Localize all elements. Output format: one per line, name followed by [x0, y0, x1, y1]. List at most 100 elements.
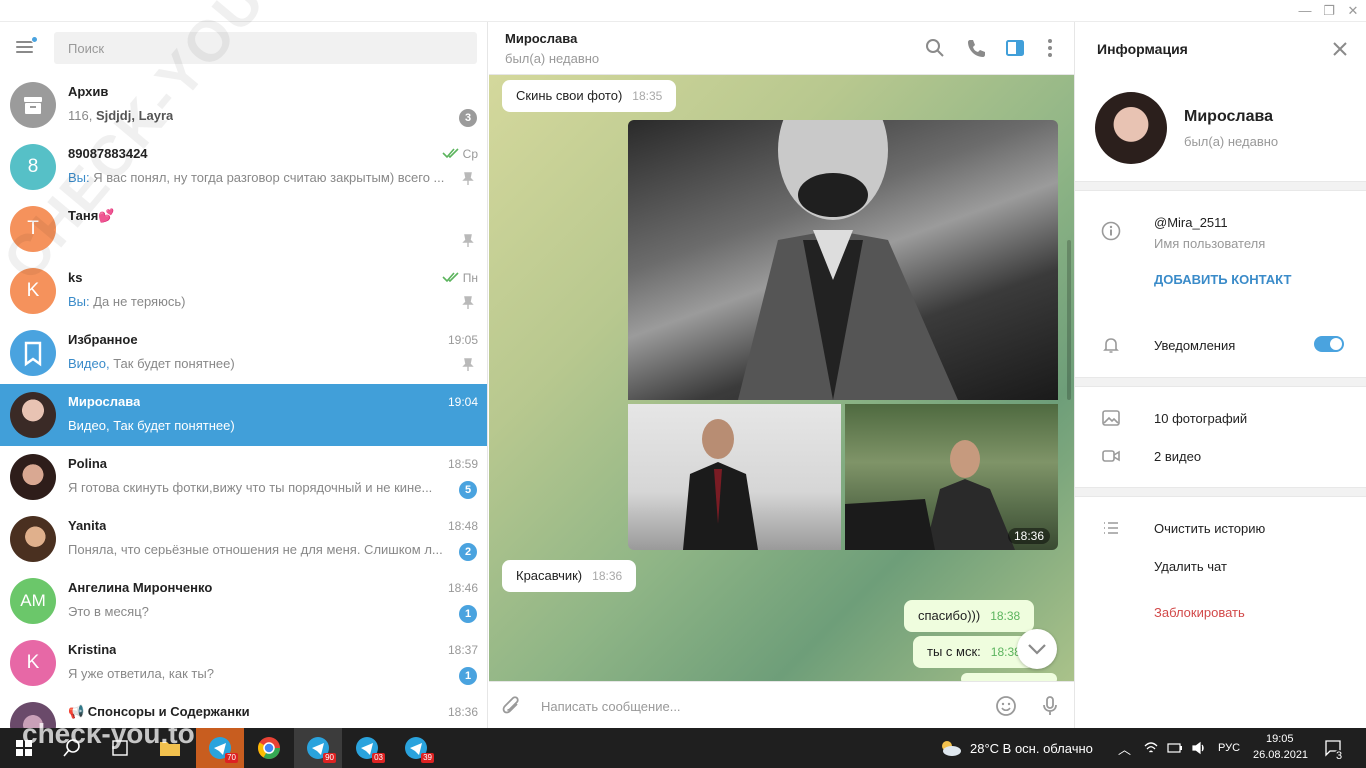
chat-list-header: [0, 22, 487, 74]
notification-count: 3: [1334, 750, 1345, 762]
info-panel: Информация Мирослава был(а) недавно @Mir…: [1074, 22, 1366, 728]
search-taskbar-button[interactable]: [48, 728, 96, 768]
weather-text[interactable]: 28°C В осн. облачно: [970, 741, 1093, 756]
username-label: Имя пользователя: [1154, 236, 1266, 251]
chat-item[interactable]: Polina 18:59 Я готова скинуть фотки,вижу…: [0, 446, 487, 508]
window-titlebar: — ❐ ✕: [0, 0, 1366, 22]
chat-preview: Вы: Я вас понял, ну тогда разговор счита…: [68, 170, 445, 185]
chat-name: Polina: [68, 456, 108, 471]
photo-3[interactable]: 18:36: [845, 404, 1058, 550]
scroll-down-button[interactable]: [1017, 629, 1057, 669]
unread-badge: 2: [459, 543, 477, 561]
avatar: K: [10, 640, 56, 686]
message-area[interactable]: Скинь свои фото) 18:35 18:36 Красавчик) 18…: [489, 75, 1074, 681]
photo-1[interactable]: [628, 120, 1058, 400]
language-indicator[interactable]: РУС: [1218, 742, 1240, 754]
message-outgoing[interactable]: спасибо))) 18:38: [904, 600, 1035, 632]
avatar: 8: [10, 144, 56, 190]
telegram-taskbar-button[interactable]: 03: [343, 728, 391, 768]
chevron-up-icon[interactable]: ︿: [1118, 739, 1131, 758]
chat-preview: Поняла, что серьёзные отношения не для м…: [68, 542, 443, 557]
clock-time[interactable]: 19:05: [1266, 733, 1294, 745]
chat-item-saved[interactable]: Избранное 19:05 Видео, Так будет понятне…: [0, 322, 487, 384]
scrollbar[interactable]: [1067, 240, 1071, 400]
delete-chat-button[interactable]: Удалить чат: [1154, 559, 1227, 574]
divider: [1075, 377, 1366, 387]
chat-name: Kristina: [68, 642, 117, 657]
avatar: [10, 392, 56, 438]
task-view-button[interactable]: [96, 728, 144, 768]
search-icon: [63, 739, 80, 757]
taskbar-badge: 70: [225, 753, 238, 763]
chat-time: 18:37: [447, 643, 478, 657]
avatar: K: [10, 268, 56, 314]
notifications-label: Уведомления: [1154, 338, 1236, 353]
chat-time: Пн: [462, 271, 478, 285]
photo-2[interactable]: [628, 404, 841, 550]
search-icon[interactable]: [924, 37, 946, 59]
chevron-down-icon: [1028, 644, 1046, 655]
start-button[interactable]: [0, 728, 48, 768]
chat-item[interactable]: 📢 Спонсоры и Содержанки 18:36: [0, 694, 487, 728]
emoji-icon[interactable]: [995, 695, 1017, 717]
chat-item-active[interactable]: Мирослава 19:04 Видео, Так будет понятне…: [0, 384, 487, 446]
conversation-title[interactable]: Мирослава: [505, 31, 577, 46]
chat-item-archive[interactable]: Архив 116, Sjdjdj, Layra 3: [0, 74, 487, 136]
chat-item[interactable]: 8 89087883424 Ср Вы: Я вас понял, ну тог…: [0, 136, 487, 198]
chat-item[interactable]: K Kristina 18:37 Я уже ответила, как ты?…: [0, 632, 487, 694]
file-explorer-button[interactable]: [146, 728, 194, 768]
volume-icon[interactable]: [1191, 740, 1207, 756]
avatar: [10, 516, 56, 562]
photo-time: 18:36: [1007, 528, 1050, 544]
chat-name: 89087883424: [68, 146, 148, 161]
maximize-button[interactable]: ❐: [1317, 2, 1341, 20]
conversation-status: был(а) недавно: [505, 51, 600, 66]
add-contact-button[interactable]: ДОБАВИТЬ КОНТАКТ: [1154, 272, 1291, 287]
phone-icon[interactable]: [965, 37, 987, 59]
chat-list-panel: Архив 116, Sjdjdj, Layra 3 8 89087883424…: [0, 22, 488, 728]
block-user-button[interactable]: Заблокировать: [1154, 605, 1245, 620]
pin-icon: [462, 172, 474, 185]
search-input[interactable]: [54, 32, 477, 64]
message-incoming[interactable]: Красавчик) 18:36: [502, 560, 637, 592]
profile-avatar[interactable]: [1095, 92, 1167, 164]
telegram-taskbar-button[interactable]: 70: [196, 728, 244, 768]
profile-name: Мирослава: [1184, 108, 1273, 125]
sidebar-toggle-icon[interactable]: [1004, 37, 1026, 59]
chat-item[interactable]: AM Ангелина Миронченко 18:46 Это в месяц…: [0, 570, 487, 632]
chrome-icon: [258, 737, 280, 759]
message-incoming[interactable]: Скинь свои фото) 18:35: [502, 80, 677, 112]
photo-album[interactable]: 18:36: [628, 120, 1058, 550]
close-window-button[interactable]: ✕: [1341, 2, 1365, 20]
chat-item[interactable]: K ks Пн Вы: Да не теряюсь): [0, 260, 487, 322]
shared-photos-link[interactable]: 10 фотографий: [1154, 411, 1247, 426]
chat-name: Архив: [68, 84, 109, 99]
message-outgoing-partial[interactable]: [961, 673, 1057, 681]
minimize-button[interactable]: —: [1293, 2, 1317, 20]
notifications-toggle[interactable]: [1314, 336, 1344, 352]
chat-name: 📢 Спонсоры и Содержанки: [68, 704, 250, 719]
chat-preview: Видео, Так будет понятнее): [68, 356, 235, 371]
attach-icon[interactable]: [501, 695, 523, 717]
chat-item[interactable]: Т Таня💕: [0, 198, 487, 260]
hamburger-menu-icon[interactable]: [14, 36, 38, 56]
more-vertical-icon[interactable]: [1039, 37, 1061, 59]
avatar: AM: [10, 578, 56, 624]
chrome-taskbar-button[interactable]: [245, 728, 293, 768]
username[interactable]: @Mira_2511: [1154, 215, 1228, 230]
shared-videos-link[interactable]: 2 видео: [1154, 449, 1201, 464]
unread-badge: 5: [459, 481, 477, 499]
clear-history-button[interactable]: Очистить историю: [1154, 521, 1265, 536]
microphone-icon[interactable]: [1039, 695, 1061, 717]
weather-cloud-icon: [942, 741, 961, 756]
unread-badge: 1: [459, 605, 477, 623]
message-input[interactable]: [541, 694, 981, 718]
telegram-taskbar-button[interactable]: 39: [392, 728, 440, 768]
chat-item[interactable]: Yanita 18:48 Поняла, что серьёзные отнош…: [0, 508, 487, 570]
close-icon[interactable]: [1331, 40, 1349, 58]
telegram-taskbar-button[interactable]: 90: [294, 728, 342, 768]
battery-icon[interactable]: [1167, 740, 1183, 756]
double-check-icon: [442, 272, 459, 283]
clock-date[interactable]: 26.08.2021: [1253, 749, 1308, 761]
wifi-icon[interactable]: [1143, 740, 1159, 756]
